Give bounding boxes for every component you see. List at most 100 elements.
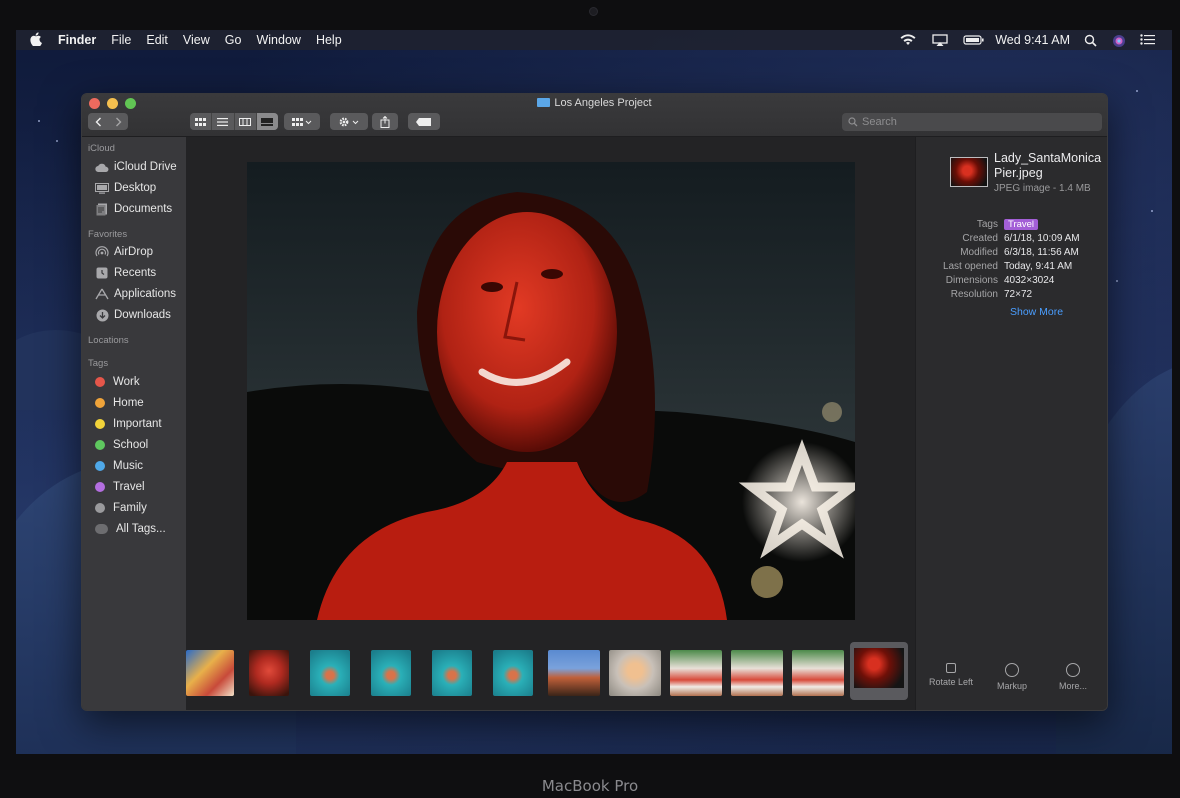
sidebar-tag-school[interactable]: School [95, 437, 148, 453]
ellipsis-icon [1066, 663, 1080, 677]
airplay-icon[interactable] [931, 34, 949, 46]
star [1151, 210, 1153, 212]
more-button[interactable]: More... [1043, 663, 1103, 691]
sidebar-item-label: AirDrop [114, 246, 153, 258]
thumbnail-10[interactable] [731, 650, 783, 696]
sidebar-item-label: Downloads [114, 309, 171, 321]
sidebar-tag-important[interactable]: Important [95, 416, 162, 432]
thumbnail-strip [186, 642, 915, 706]
rotate-left-icon [946, 663, 956, 673]
sidebar-tag-home[interactable]: Home [95, 395, 144, 411]
group-by-button[interactable] [284, 113, 320, 130]
menu-view[interactable]: View [183, 33, 210, 47]
thumbnail-4[interactable] [371, 650, 411, 696]
sidebar-item-icloud-drive[interactable]: iCloud Drive [95, 159, 177, 175]
sidebar-tag-travel[interactable]: Travel [95, 479, 145, 495]
tag-button[interactable] [408, 113, 440, 130]
toolbar: Los Angeles Project Search [82, 94, 1107, 137]
navigation-buttons [88, 113, 128, 130]
tag-color-dot [95, 482, 105, 492]
sidebar-section-icloud: iCloud [88, 143, 115, 154]
sidebar-item-label: Important [113, 418, 162, 430]
tag-color-dot [95, 377, 105, 387]
markup-button[interactable]: Markup [982, 663, 1042, 691]
search-field[interactable]: Search [842, 113, 1102, 131]
sidebar-item-label: Travel [113, 481, 145, 493]
meta-label: Created [962, 233, 998, 244]
meta-last-opened-row: Last opened Today, 9:41 AM [916, 260, 1107, 273]
markup-icon [1005, 663, 1019, 677]
show-more-link[interactable]: Show More [1010, 306, 1063, 318]
meta-value: Today, 9:41 AM [1004, 261, 1073, 272]
folder-icon [537, 98, 551, 107]
menu-help[interactable]: Help [316, 33, 342, 47]
star [56, 140, 58, 142]
meta-label: Last opened [942, 261, 998, 272]
apple-menu-icon[interactable] [30, 31, 44, 49]
thumbnail-7[interactable] [548, 650, 600, 696]
sidebar-item-label: iCloud Drive [114, 161, 177, 173]
sidebar-item-applications[interactable]: Applications [95, 286, 176, 302]
tag-color-dot [95, 461, 105, 471]
download-icon [95, 309, 109, 321]
sidebar-item-label: Desktop [114, 182, 157, 194]
meta-value: 4032×3024 [1004, 275, 1055, 286]
spotlight-search-icon[interactable] [1084, 34, 1098, 47]
meta-label: Modified [960, 247, 998, 258]
back-button[interactable] [88, 113, 108, 130]
finder-window: Los Angeles Project Search iCloud iCloud… [81, 93, 1108, 711]
clock[interactable]: Wed 9:41 AM [995, 33, 1070, 47]
thumbnail-5[interactable] [432, 650, 472, 696]
menu-file[interactable]: File [111, 33, 131, 47]
siri-icon[interactable] [1112, 34, 1126, 47]
list-view-button[interactable] [212, 113, 235, 130]
thumbnail-6[interactable] [493, 650, 533, 696]
tag-badge[interactable]: Travel [1004, 219, 1039, 230]
wifi-icon[interactable] [899, 34, 917, 46]
sidebar-item-recents[interactable]: Recents [95, 265, 156, 281]
sidebar-item-label: Applications [114, 288, 177, 300]
menu-edit[interactable]: Edit [146, 33, 168, 47]
action-gear-button[interactable] [330, 113, 368, 130]
menu-window[interactable]: Window [256, 33, 300, 47]
sidebar-item-downloads[interactable]: Downloads [95, 307, 171, 323]
notification-center-icon[interactable] [1140, 34, 1156, 46]
menu-finder[interactable]: Finder [58, 33, 96, 47]
battery-icon[interactable] [963, 34, 984, 46]
thumbnail-3[interactable] [310, 650, 350, 696]
gallery-view [186, 137, 915, 710]
thumbnail-9[interactable] [670, 650, 722, 696]
thumbnail-11[interactable] [792, 650, 844, 696]
share-button[interactable] [372, 113, 398, 130]
sidebar-item-label: Documents [114, 203, 173, 215]
sidebar-tag-all-tags[interactable]: All Tags... [95, 521, 166, 537]
sidebar-item-airdrop[interactable]: AirDrop [95, 244, 153, 260]
thumbnail-8[interactable] [609, 650, 661, 696]
sidebar-tag-music[interactable]: Music [95, 458, 143, 474]
sidebar-tag-family[interactable]: Family [95, 500, 147, 516]
meta-value: 72×72 [1004, 289, 1033, 300]
forward-button[interactable] [108, 113, 128, 130]
thumbnail-2[interactable] [249, 650, 289, 696]
column-view-button[interactable] [235, 113, 257, 130]
icon-view-button[interactable] [190, 113, 213, 130]
sidebar-item-documents[interactable]: Documents [95, 201, 172, 217]
gallery-view-button[interactable] [256, 113, 278, 130]
documents-icon [95, 203, 109, 215]
file-type: JPEG image - 1.4 MB [994, 183, 1091, 194]
sidebar-tag-work[interactable]: Work [95, 374, 140, 390]
cloud-icon [95, 161, 109, 173]
thumbnail-1[interactable] [186, 650, 234, 696]
action-label: Markup [996, 681, 1027, 691]
sidebar-item-desktop[interactable]: Desktop [95, 180, 156, 196]
rotate-left-button[interactable]: Rotate Left [921, 663, 981, 687]
preview-image[interactable] [247, 162, 855, 620]
meta-label: Resolution [950, 289, 998, 300]
meta-dimensions-row: Dimensions 4032×3024 [916, 274, 1107, 287]
search-icon [848, 117, 858, 127]
window-title-text: Los Angeles Project [554, 97, 652, 109]
desktop: Finder File Edit View Go Window Help Wed… [16, 30, 1172, 754]
thumbnail-12-selected[interactable] [850, 642, 908, 700]
view-mode-segmented-control [190, 113, 278, 130]
menu-go[interactable]: Go [225, 33, 242, 47]
